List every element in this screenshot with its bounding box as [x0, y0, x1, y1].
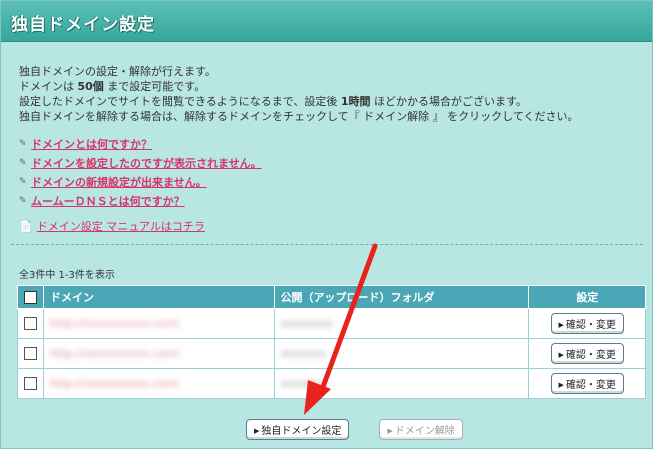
- result-count: 全3件中 1-3件を表示: [19, 270, 115, 281]
- settings-cell: ▶ 確認・変更: [528, 308, 646, 339]
- folder-cell: xxxxxxx: [273, 368, 530, 399]
- help-link-what-is-domain[interactable]: ドメインとは何ですか？: [31, 136, 152, 152]
- confirm-change-button[interactable]: ▶ 確認・変更: [550, 343, 624, 364]
- triangle-right-icon: ▶: [254, 427, 260, 435]
- help-link-row: ✎ ドメインを設定したのですが表示されません。: [19, 153, 262, 172]
- manual-book-icon: 📄: [19, 219, 33, 233]
- remove-domain-button[interactable]: ▶ ドメイン解除: [379, 419, 463, 440]
- select-all-checkbox[interactable]: [24, 290, 37, 304]
- propagation-time: 1時間: [340, 95, 371, 108]
- triangle-right-icon: ▶: [558, 381, 564, 389]
- manual-link[interactable]: ドメイン設定 マニュアルはコチラ: [37, 218, 205, 234]
- page-header: 独自ドメイン設定: [1, 1, 652, 42]
- row-checkbox-cell: [17, 308, 44, 339]
- folder-name: xxxxxxx: [280, 347, 327, 360]
- action-buttons: ▶ 独自ドメイン設定 ▶ ドメイン解除: [246, 419, 493, 440]
- select-all-cell: [17, 285, 44, 309]
- help-link-row: ✎ ムームーＤＮＳとは何ですか？: [19, 191, 262, 210]
- confirm-change-label: 確認・変更: [565, 350, 616, 361]
- column-header-domain: ドメイン: [43, 285, 275, 309]
- folder-cell: xxxxxxx: [273, 338, 530, 369]
- confirm-change-label: 確認・変更: [565, 320, 616, 331]
- domain-cell: http://xxxxxxxxxx.com/: [43, 338, 275, 369]
- table-row: http://xxxxxxxxxx.com/ xxxxxxx ▶ 確認・変更: [17, 368, 646, 399]
- confirm-change-button[interactable]: ▶ 確認・変更: [550, 373, 624, 394]
- confirm-change-button[interactable]: ▶ 確認・変更: [550, 313, 624, 334]
- pencil-icon: ✎: [19, 138, 27, 149]
- domain-cell: http://xxxxxxxxxx.com/: [43, 368, 275, 399]
- desc-line-3: 設定したドメインでサイトを閲覧できるようになるまで、設定後 1時間 ほどかかる場…: [19, 94, 579, 109]
- description: 独自ドメインの設定・解除が行えます。 ドメインは 50個 まで設定可能です。 設…: [19, 64, 579, 124]
- row-checkbox-cell: [17, 368, 44, 399]
- triangle-right-icon: ▶: [558, 351, 564, 359]
- row-checkbox-cell: [17, 338, 44, 369]
- column-header-folder: 公開（アップロード）フォルダ: [273, 285, 530, 309]
- folder-name: xxxxxxx: [280, 377, 327, 390]
- domain-link[interactable]: http://xxxxxxxxxx.com/: [50, 377, 180, 390]
- domain-table: ドメイン 公開（アップロード）フォルダ 設定 http://xxxxxxxxxx…: [17, 285, 646, 399]
- table-header-row: ドメイン 公開（アップロード）フォルダ 設定: [17, 285, 646, 309]
- help-link-cannot-setup[interactable]: ドメインの新規設定が出来ません。: [31, 174, 207, 190]
- desc-line-2: ドメインは 50個 まで設定可能です。: [19, 79, 579, 94]
- table-row: http://xxxxxxxxxx.com/ xxxxxxx ▶ 確認・変更: [17, 338, 646, 369]
- desc-line-2-post: まで設定可能です。: [103, 80, 206, 93]
- domain-settings-panel: 独自ドメイン設定 独自ドメインの設定・解除が行えます。 ドメインは 50個 まで…: [0, 0, 653, 449]
- settings-cell: ▶ 確認・変更: [528, 368, 646, 399]
- folder-name: xxxxxxxx: [280, 317, 333, 330]
- help-link-not-displayed[interactable]: ドメインを設定したのですが表示されません。: [31, 155, 262, 171]
- help-links: ✎ ドメインとは何ですか？ ✎ ドメインを設定したのですが表示されません。 ✎ …: [19, 134, 262, 210]
- triangle-right-icon: ▶: [387, 427, 393, 435]
- desc-line-1: 独自ドメインの設定・解除が行えます。: [19, 65, 216, 78]
- add-domain-label: 独自ドメイン設定: [261, 426, 342, 437]
- desc-line-3-post: ほどかかる場合がございます。: [370, 95, 527, 108]
- manual-link-row: 📄 ドメイン設定 マニュアルはコチラ: [19, 218, 205, 234]
- domain-limit: 50個: [77, 80, 104, 93]
- remove-domain-label: ドメイン解除: [394, 426, 455, 437]
- help-link-row: ✎ ドメインとは何ですか？: [19, 134, 262, 153]
- column-header-settings: 設定: [528, 285, 646, 309]
- settings-cell: ▶ 確認・変更: [528, 338, 646, 369]
- domain-link[interactable]: http://xxxxxxxxxx.com/: [50, 317, 180, 330]
- row-checkbox[interactable]: [24, 317, 37, 331]
- add-domain-button[interactable]: ▶ 独自ドメイン設定: [246, 419, 350, 440]
- desc-line-3-pre: 設定したドメインでサイトを閲覧できるようになるまで、設定後: [19, 95, 341, 108]
- triangle-right-icon: ▶: [558, 321, 564, 329]
- confirm-change-label: 確認・変更: [565, 380, 616, 391]
- page-title: 独自ドメイン設定: [11, 15, 155, 35]
- row-checkbox[interactable]: [24, 377, 37, 391]
- domain-link[interactable]: http://xxxxxxxxxx.com/: [50, 347, 180, 360]
- row-checkbox[interactable]: [24, 347, 37, 361]
- desc-line-2-pre: ドメインは: [19, 80, 78, 93]
- help-link-row: ✎ ドメインの新規設定が出来ません。: [19, 172, 262, 191]
- domain-cell: http://xxxxxxxxxx.com/: [43, 308, 275, 339]
- help-link-muumuu-dns[interactable]: ムームーＤＮＳとは何ですか？: [31, 193, 185, 209]
- pencil-icon: ✎: [19, 157, 27, 168]
- table-row: http://xxxxxxxxxx.com/ xxxxxxxx ▶ 確認・変更: [17, 308, 646, 339]
- section-divider: [11, 244, 643, 245]
- folder-cell: xxxxxxxx: [273, 308, 530, 339]
- pencil-icon: ✎: [19, 176, 27, 187]
- pencil-icon: ✎: [19, 195, 27, 206]
- desc-line-4: 独自ドメインを解除する場合は、解除するドメインをチェックして『 ドメイン解除 』…: [19, 110, 579, 123]
